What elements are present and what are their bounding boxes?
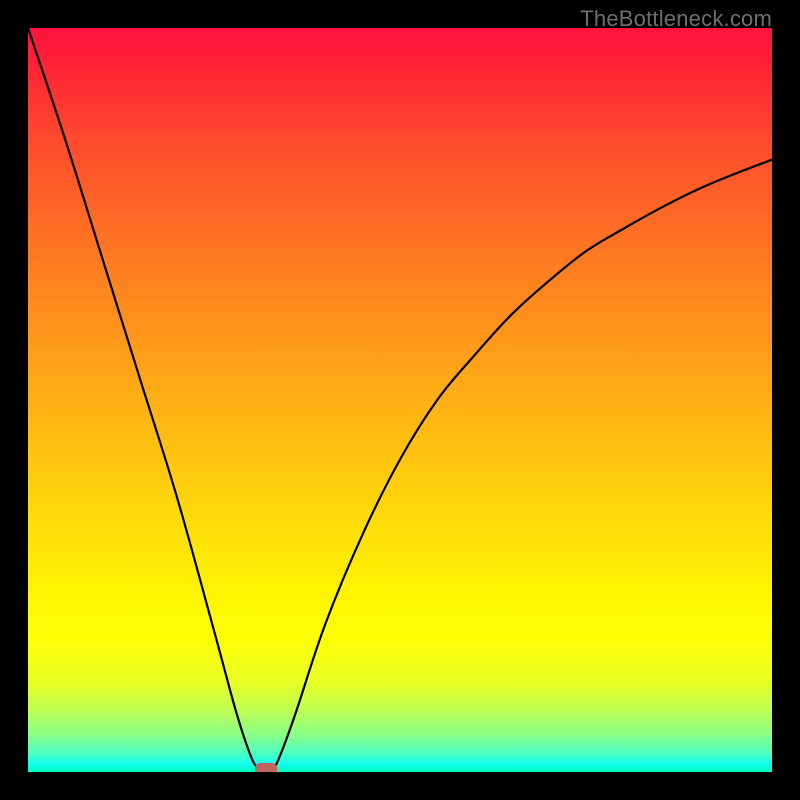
minimum-marker: [255, 763, 277, 772]
bottleneck-curve: [28, 28, 772, 772]
chart-container: TheBottleneck.com: [0, 0, 800, 800]
plot-area: [28, 28, 772, 772]
watermark-text: TheBottleneck.com: [580, 6, 772, 32]
curve-layer: [28, 28, 772, 772]
